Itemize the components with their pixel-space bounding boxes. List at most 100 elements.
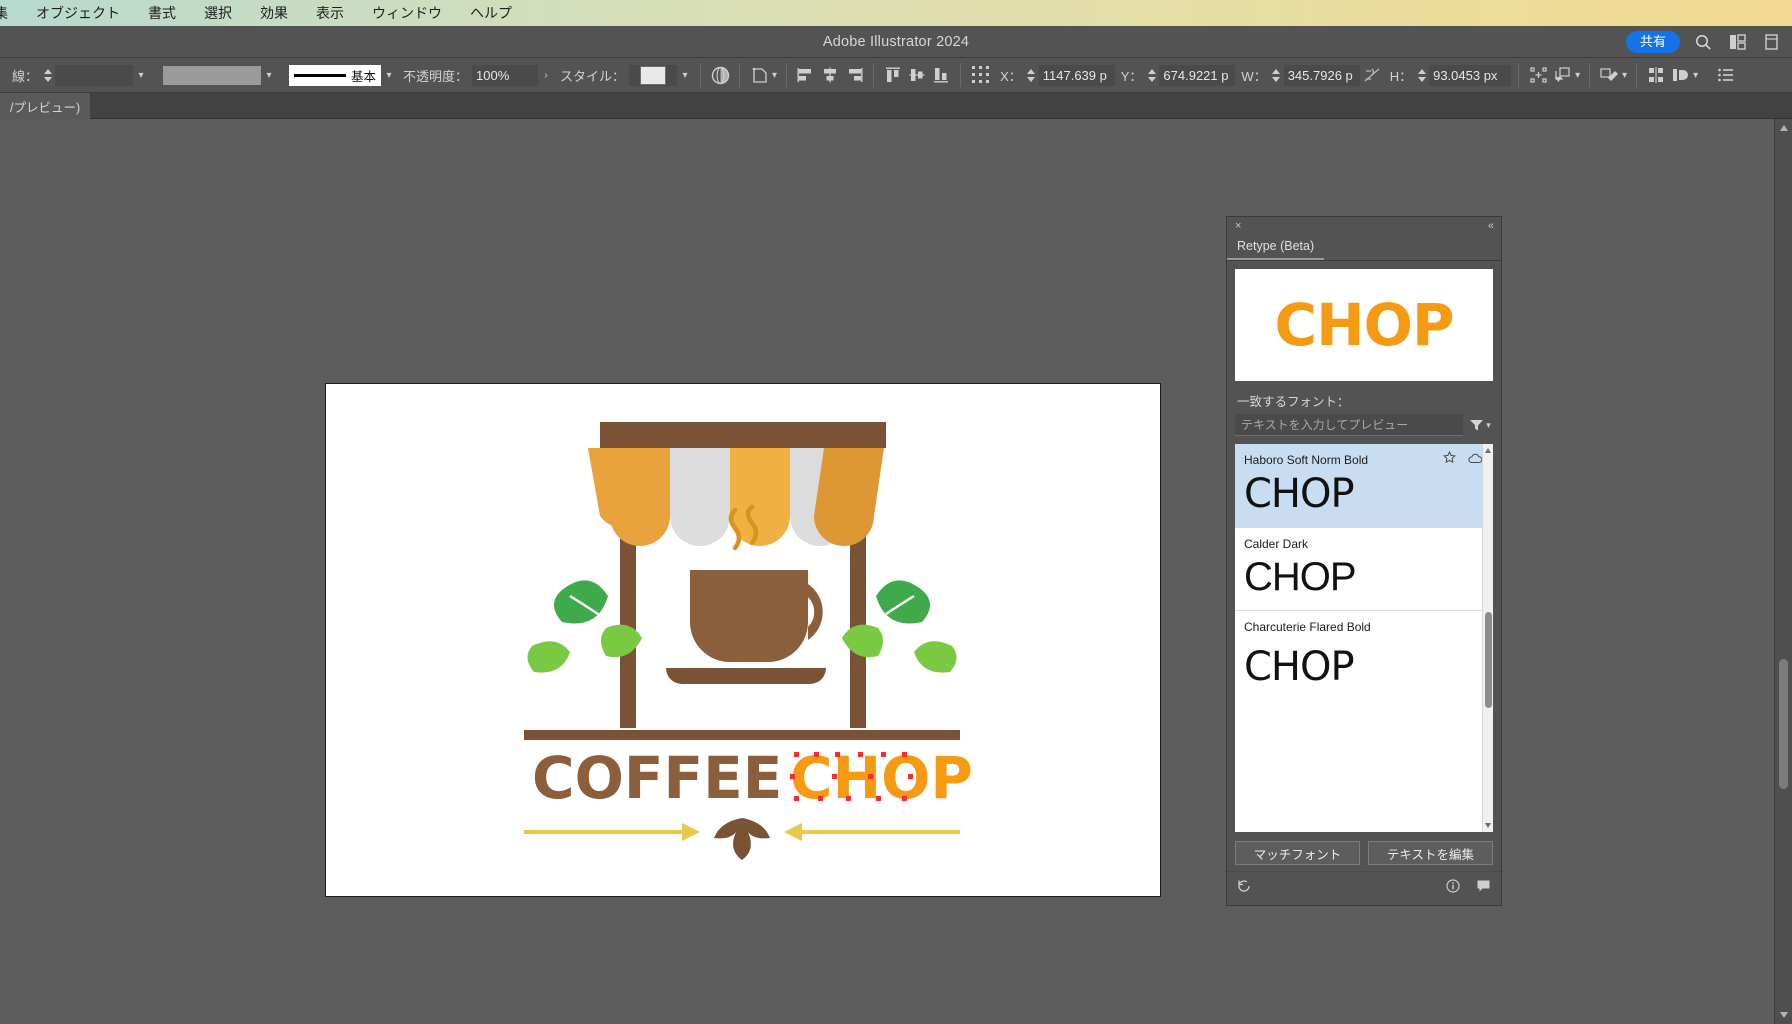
- menu-item-object[interactable]: オブジェクト: [22, 0, 134, 26]
- divider: [1636, 63, 1638, 87]
- graphic-style-field[interactable]: [629, 64, 678, 86]
- font-sample: CHOP: [1244, 555, 1357, 599]
- title-bar: Adobe Illustrator 2024 共有: [0, 26, 1792, 58]
- font-search-input[interactable]: テキストを入力してプレビュー: [1235, 414, 1463, 436]
- matching-font-list[interactable]: Haboro Soft Norm Bold CHOP Calder Dark C…: [1235, 444, 1493, 832]
- menu-item-view[interactable]: 表示: [302, 0, 358, 26]
- align-left-icon[interactable]: [794, 64, 818, 86]
- x-field[interactable]: 1147.639 p: [1038, 64, 1115, 86]
- constrain-proportions-icon[interactable]: [1360, 64, 1384, 86]
- filter-icon[interactable]: ▾: [1467, 414, 1493, 436]
- panel-footer: [1227, 871, 1501, 905]
- divider: [1518, 63, 1520, 87]
- y-stepper[interactable]: [1146, 65, 1157, 85]
- preview-text: CHOP: [1274, 291, 1455, 359]
- star-icon[interactable]: [1443, 450, 1456, 469]
- distribute-objects-icon[interactable]: [1644, 64, 1668, 86]
- scroll-down-arrow-icon[interactable]: [1780, 1012, 1788, 1018]
- search-icon[interactable]: [1692, 31, 1714, 53]
- document-setup-icon[interactable]: [1714, 64, 1738, 86]
- w-label: W：: [1241, 68, 1267, 84]
- transform-icon[interactable]: [1526, 64, 1550, 86]
- h-field[interactable]: 93.0453 px: [1429, 64, 1512, 86]
- pathfinder-chevron-down-icon[interactable]: ▾: [1693, 70, 1698, 81]
- w-field[interactable]: 345.7926 p: [1283, 64, 1360, 86]
- stroke-weight-stepper[interactable]: [42, 65, 53, 85]
- select-similar-chevron-down-icon[interactable]: ▾: [772, 70, 777, 81]
- scrollbar-thumb[interactable]: [1779, 659, 1788, 789]
- list-scroll-down-icon[interactable]: [1485, 823, 1491, 828]
- font-sample: CHOP: [1244, 644, 1355, 690]
- stroke-profile-chevron-down-icon[interactable]: ▾: [381, 65, 397, 86]
- fill-chevron-down-icon[interactable]: ▾: [261, 65, 277, 86]
- retype-panel[interactable]: × « Retype (Beta) CHOP 一致するフォント： テキストを入力…: [1226, 216, 1502, 906]
- divider: [786, 63, 788, 87]
- menu-item-help[interactable]: ヘルプ: [456, 0, 526, 26]
- divider: [700, 63, 702, 87]
- fill-swatch[interactable]: [163, 65, 262, 85]
- artboard[interactable]: COFFEE CHOP: [325, 383, 1161, 897]
- w-stepper[interactable]: [1271, 65, 1282, 85]
- brand-text-coffee: COFFEE: [532, 744, 782, 812]
- cloud-icon[interactable]: [1468, 451, 1483, 469]
- x-stepper[interactable]: [1026, 65, 1037, 85]
- style-label: スタイル：: [560, 68, 626, 84]
- document-tab[interactable]: /プレビュー): [0, 93, 91, 119]
- share-button[interactable]: 共有: [1625, 31, 1680, 53]
- recolor-artwork-icon[interactable]: [708, 64, 732, 86]
- collapse-panel-icon[interactable]: «: [1488, 220, 1494, 232]
- menu-item-window[interactable]: ウィンドウ: [358, 0, 456, 26]
- divider: [1589, 63, 1591, 87]
- font-list-scroll-thumb[interactable]: [1485, 612, 1492, 708]
- menu-item-edit[interactable]: 集: [0, 0, 22, 26]
- style-chevron-down-icon[interactable]: ▾: [677, 65, 693, 86]
- filter-chevron-down-icon[interactable]: ▾: [1486, 420, 1491, 431]
- y-field[interactable]: 674.9221 p: [1159, 64, 1236, 86]
- font-item-actions: [1443, 450, 1483, 469]
- opacity-field[interactable]: 100%: [472, 64, 539, 86]
- match-font-button[interactable]: マッチフォント: [1235, 841, 1360, 865]
- align-center-horizontal-icon[interactable]: [818, 64, 842, 86]
- align-bottom-icon[interactable]: [929, 64, 953, 86]
- edit-text-button[interactable]: テキストを編集: [1368, 841, 1493, 865]
- info-icon[interactable]: [1446, 879, 1460, 898]
- select-similar-objects-icon[interactable]: [747, 64, 771, 86]
- quick-actions-chevron-down-icon[interactable]: ▾: [1622, 70, 1627, 81]
- list-item[interactable]: Charcuterie Flared Bold CHOP: [1235, 610, 1493, 700]
- close-icon[interactable]: ×: [1235, 220, 1241, 232]
- reference-point-icon[interactable]: [968, 64, 994, 86]
- menu-item-type[interactable]: 書式: [134, 0, 190, 26]
- stroke-weight-field[interactable]: [55, 64, 134, 86]
- menu-item-select[interactable]: 選択: [190, 0, 246, 26]
- baseline-rule: [524, 730, 960, 740]
- opacity-expand-icon[interactable]: ›: [538, 65, 554, 86]
- control-bar: 線： ▾ ▾ 基本 ▾ 不透明度： 100% › スタイル： ▾ ▾ X： 11…: [0, 58, 1792, 93]
- h-stepper[interactable]: [1416, 65, 1427, 85]
- stroke-profile-field[interactable]: 基本: [289, 64, 382, 86]
- reset-icon[interactable]: [1237, 879, 1252, 898]
- align-top-icon[interactable]: [881, 64, 905, 86]
- canvas-vertical-scrollbar[interactable]: [1774, 119, 1792, 1024]
- list-scroll-up-icon[interactable]: [1485, 448, 1491, 453]
- stroke-weight-chevron-down-icon[interactable]: ▾: [133, 65, 149, 86]
- workspace-layout-icon[interactable]: [1726, 31, 1748, 53]
- x-label: X：: [1000, 68, 1022, 84]
- quick-actions-icon[interactable]: [1597, 64, 1621, 86]
- panel-tab-row: Retype (Beta): [1227, 235, 1501, 261]
- pathfinder-icon[interactable]: [1668, 64, 1692, 86]
- tab-retype-beta[interactable]: Retype (Beta): [1227, 239, 1325, 260]
- coffee-shop-logo-artwork[interactable]: COFFEE CHOP: [502, 400, 982, 880]
- panel-toggle-icon[interactable]: [1760, 31, 1782, 53]
- align-center-vertical-icon[interactable]: [905, 64, 929, 86]
- canvas-area[interactable]: COFFEE CHOP: [0, 119, 1774, 1024]
- arrange-icon[interactable]: [1550, 64, 1574, 86]
- feedback-icon[interactable]: [1476, 879, 1491, 898]
- list-item[interactable]: Haboro Soft Norm Bold CHOP: [1235, 444, 1493, 527]
- font-list-scrollbar[interactable]: [1482, 444, 1493, 832]
- cup-handle: [808, 584, 823, 640]
- scroll-up-arrow-icon[interactable]: [1780, 125, 1788, 131]
- list-item[interactable]: Calder Dark CHOP: [1235, 527, 1493, 610]
- menu-item-effect[interactable]: 効果: [246, 0, 302, 26]
- align-right-icon[interactable]: [842, 64, 866, 86]
- arrange-chevron-down-icon[interactable]: ▾: [1575, 70, 1580, 81]
